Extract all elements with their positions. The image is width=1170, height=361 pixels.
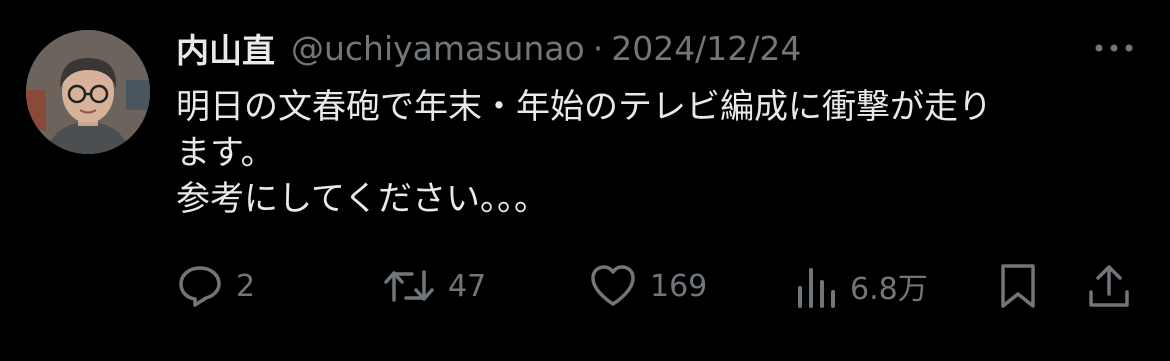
more-icon (1095, 44, 1133, 52)
header-separator: · (592, 28, 604, 68)
share-icon (1086, 262, 1132, 310)
avatar-image (26, 30, 150, 154)
retweet-button[interactable]: 47 (382, 258, 486, 314)
share-button[interactable] (1086, 258, 1132, 314)
tweet-text-line: 参考にしてください。。。 (176, 179, 548, 219)
bookmark-icon (998, 262, 1038, 310)
more-options-button[interactable] (1092, 28, 1136, 68)
like-button[interactable]: 169 (588, 258, 707, 314)
like-count: 169 (650, 268, 708, 304)
tweet-date[interactable]: 2024/12/24 (611, 29, 801, 68)
heart-icon (588, 262, 638, 310)
reply-count: 2 (236, 268, 256, 304)
reply-icon (176, 262, 224, 310)
retweet-count: 47 (448, 268, 487, 304)
views-icon (794, 262, 838, 310)
tweet-text-line: ます。 (176, 133, 275, 173)
action-bar: 2 47 169 6.8万 (176, 258, 1140, 314)
author-handle[interactable]: @uchiyamasunao (291, 29, 585, 68)
author-name[interactable]: 内山直 (176, 24, 275, 72)
views-button[interactable]: 6.8万 (794, 258, 928, 314)
tweet: 内山直 @uchiyamasunao · 2024/12/24 明日の文春砲で年… (0, 0, 1170, 361)
reply-button[interactable]: 2 (176, 258, 255, 314)
tweet-text-line: 明日の文春砲で年末・年始のテレビ編成に衝撃が走り (176, 87, 992, 127)
avatar[interactable] (26, 30, 150, 154)
tweet-text: 明日の文春砲で年末・年始のテレビ編成に衝撃が走り ます。 参考にしてください。。… (176, 84, 1136, 222)
retweet-icon (382, 262, 436, 310)
views-count: 6.8万 (850, 272, 928, 307)
tweet-header: 内山直 @uchiyamasunao · 2024/12/24 (176, 22, 801, 74)
bookmark-button[interactable] (998, 258, 1038, 314)
